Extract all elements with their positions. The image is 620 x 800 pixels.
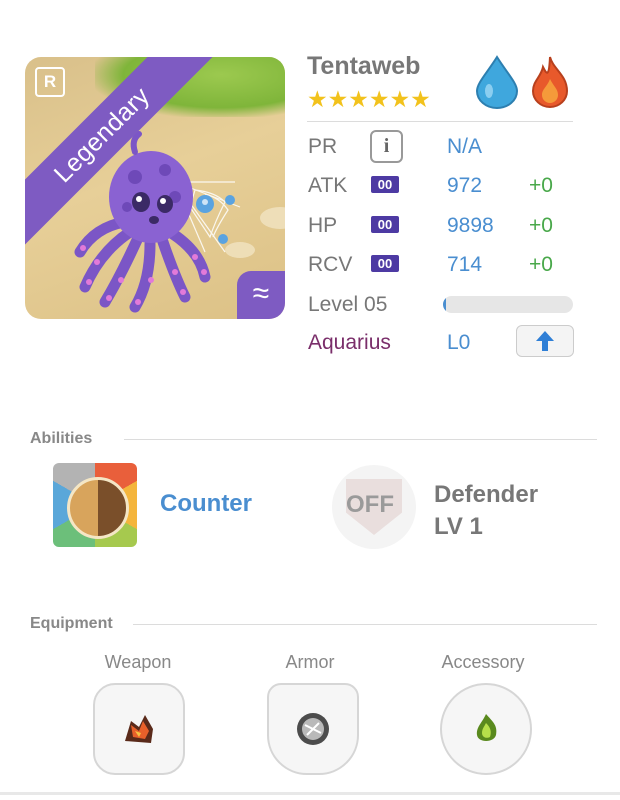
pr-label: PR (308, 135, 338, 158)
accessory-slot[interactable] (440, 683, 532, 775)
weapon-label: Weapon (104, 652, 172, 672)
atk-bonus: +0 (529, 174, 553, 197)
star-rating: ★★★★★★ (307, 86, 431, 112)
abilities-divider (124, 439, 597, 440)
green-gem-icon (476, 714, 497, 741)
atk-value: 972 (447, 174, 483, 197)
weapon-slot[interactable] (93, 683, 185, 775)
level-progress-fill (443, 296, 446, 313)
level-progress-bar (443, 296, 573, 313)
zodiac-level: L0 (447, 331, 471, 354)
active-ability-name[interactable]: Counter (160, 490, 252, 518)
equipment-heading: Equipment (30, 615, 113, 632)
stats-divider (307, 121, 573, 122)
hp-value: 9898 (447, 214, 494, 237)
atk-plus-badge: 00 (371, 176, 399, 193)
hp-label: HP (308, 214, 338, 237)
rcv-bonus: +0 (529, 253, 553, 276)
pr-value: N/A (447, 135, 483, 158)
monster-name: Tentaweb (307, 52, 421, 80)
up-arrow-icon (536, 331, 554, 351)
monster-portrait[interactable]: Legendary R ≈ (25, 57, 285, 319)
water-drop-icon (475, 55, 519, 109)
rcv-value: 714 (447, 253, 483, 276)
equipment-divider (133, 624, 597, 625)
fire-icon (531, 56, 569, 108)
silver-orb-icon (297, 713, 329, 745)
pr-info-button[interactable]: i (370, 130, 403, 163)
zodiac-upgrade-button[interactable] (516, 325, 574, 357)
abilities-heading: Abilities (30, 430, 93, 447)
accessory-label: Accessory (441, 652, 525, 672)
armor-slot[interactable] (267, 683, 359, 775)
atk-label: ATK (308, 174, 348, 197)
hp-plus-badge: 00 (371, 216, 399, 233)
rcv-label: RCV (308, 253, 353, 276)
water-wave-icon: ≈ (237, 271, 285, 319)
lava-rock-icon (125, 715, 153, 743)
passive-ability-title: Defender (434, 481, 539, 508)
rarity-badge-icon: R (35, 67, 65, 97)
passive-status-text: OFF (346, 491, 394, 518)
hp-bonus: +0 (529, 214, 553, 237)
cat-face-icon (67, 477, 129, 539)
rcv-plus-badge: 00 (371, 255, 399, 272)
bottom-border (0, 792, 620, 795)
armor-label: Armor (285, 652, 335, 672)
passive-ability-level: LV 1 (434, 513, 483, 540)
counter-ability-icon[interactable] (53, 463, 137, 547)
level-label: Level 05 (308, 293, 388, 316)
zodiac-label: Aquarius (308, 331, 391, 354)
passive-ability-name[interactable]: Defender LV 1 (434, 479, 538, 543)
